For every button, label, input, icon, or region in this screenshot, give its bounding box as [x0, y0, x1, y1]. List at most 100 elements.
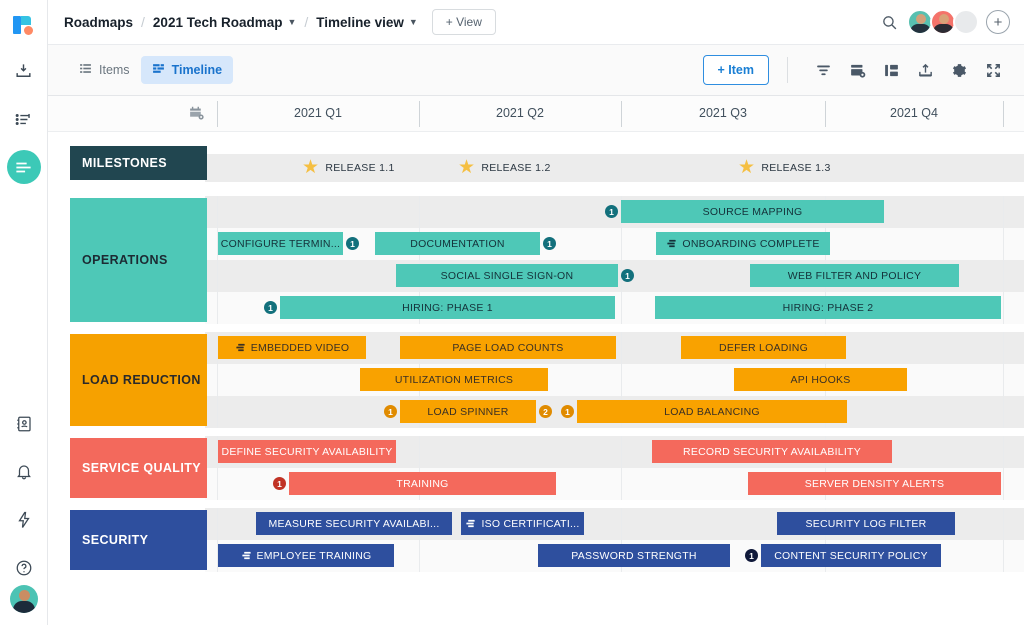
dependency-badge[interactable]: 1	[273, 477, 286, 490]
lane-title: LOAD REDUCTION	[82, 373, 201, 387]
dependency-badge[interactable]: 1	[745, 549, 758, 562]
timeline-bar[interactable]: SOCIAL SINGLE SIGN-ON	[396, 264, 618, 287]
chevron-down-icon-view[interactable]: ▼	[409, 17, 418, 27]
timeline-bar[interactable]: DEFINE SECURITY AVAILABILITY	[218, 440, 396, 463]
timeline-bar[interactable]: SOURCE MAPPING	[621, 200, 884, 223]
timeline-bar[interactable]: TRAINING	[289, 472, 556, 495]
quarter-divider	[217, 101, 218, 127]
bar-label: LOAD SPINNER	[427, 405, 509, 418]
quarter-divider	[825, 101, 826, 127]
fullscreen-icon[interactable]	[976, 53, 1010, 87]
grid-line	[1003, 292, 1004, 324]
timeline-bar[interactable]: ONBOARDING COMPLETE	[656, 232, 830, 255]
contacts-icon[interactable]	[7, 407, 41, 441]
bar-label: SERVER DENSITY ALERTS	[804, 477, 945, 490]
add-item-button[interactable]: + Item	[702, 55, 769, 85]
timeline-bar[interactable]: CONFIGURE TERMIN...	[218, 232, 343, 255]
dependency-badge[interactable]: 1	[264, 301, 277, 314]
timeline-bar[interactable]: WEB FILTER AND POLICY	[750, 264, 959, 287]
lane-label-security[interactable]: SECURITY	[70, 510, 207, 570]
breadcrumb-separator: /	[141, 14, 145, 30]
grid-line	[1003, 396, 1004, 428]
help-icon[interactable]	[7, 551, 41, 585]
dependency-badge[interactable]: 1	[621, 269, 634, 282]
lane-label-milestones[interactable]: MILESTONES	[70, 146, 207, 180]
lane-title: MILESTONES	[82, 156, 168, 170]
add-view-button[interactable]: + View	[431, 9, 496, 35]
tab-items-label: Items	[99, 63, 130, 77]
timeline-bar[interactable]: CONTENT SECURITY POLICY	[761, 544, 941, 567]
timeline-bar[interactable]: PAGE LOAD COUNTS	[400, 336, 616, 359]
timeline-bar[interactable]: EMBEDDED VIDEO	[218, 336, 366, 359]
lane-label-operations[interactable]: OPERATIONS	[70, 198, 207, 322]
import-icon[interactable]	[7, 54, 41, 88]
legend-panel-icon[interactable]	[874, 53, 908, 87]
tab-timeline[interactable]: Timeline	[140, 56, 234, 84]
chevron-down-icon-roadmap[interactable]: ▼	[287, 17, 296, 27]
dependency-badge[interactable]: 1	[543, 237, 556, 250]
user-avatar[interactable]	[9, 585, 38, 613]
gear-icon[interactable]	[942, 53, 976, 87]
search-icon[interactable]	[881, 14, 898, 31]
bar-label: SECURITY LOG FILTER	[805, 517, 927, 530]
lane-label-service-quality[interactable]: SERVICE QUALITY	[70, 438, 207, 498]
timeline-bar[interactable]: RECORD SECURITY AVAILABILITY	[652, 440, 892, 463]
bar-label: DOCUMENTATION	[410, 237, 505, 250]
grid-line	[1003, 332, 1004, 364]
timeline-bar[interactable]: HIRING: PHASE 1	[280, 296, 615, 319]
quarter-divider	[1003, 101, 1004, 127]
dependency-badge[interactable]: 2	[539, 405, 552, 418]
quarter-label: 2021 Q1	[294, 106, 342, 120]
roadmap-app: Roadmaps / 2021 Tech Roadmap ▼ / Timelin…	[0, 0, 1024, 625]
bar-label: UTILIZATION METRICS	[394, 373, 514, 386]
timeline-bar[interactable]: API HOOKS	[734, 368, 907, 391]
sidebar-item-roadmaps[interactable]	[6, 150, 41, 184]
grid-line	[217, 196, 218, 228]
timeline-bar[interactable]: DEFER LOADING	[681, 336, 846, 359]
quarter-label: 2021 Q2	[496, 106, 544, 120]
grid-line	[621, 436, 622, 468]
milestone-item[interactable]: ★ RELEASE 1.1	[302, 158, 395, 177]
timeline-bar[interactable]: HIRING: PHASE 2	[655, 296, 1001, 319]
app-logo-icon[interactable]	[11, 14, 37, 40]
timeline-bar[interactable]: EMPLOYEE TRAINING	[218, 544, 394, 567]
add-member-button[interactable]: +	[986, 10, 1010, 34]
dependency-badge[interactable]: 1	[384, 405, 397, 418]
toolbar-divider	[787, 57, 788, 83]
breadcrumb-view-name[interactable]: Timeline view	[316, 15, 404, 30]
filter-icon[interactable]	[806, 53, 840, 87]
breadcrumb-roadmaps[interactable]: Roadmaps	[64, 15, 133, 30]
breadcrumb-roadmap-name[interactable]: 2021 Tech Roadmap	[153, 15, 283, 30]
bolt-icon[interactable]	[7, 503, 41, 537]
milestone-item[interactable]: ★ RELEASE 1.3	[738, 158, 831, 177]
tab-items[interactable]: Items	[68, 56, 141, 84]
timeline-bar[interactable]: DOCUMENTATION	[375, 232, 540, 255]
list-items-icon[interactable]	[7, 102, 41, 136]
grid-line	[621, 468, 622, 500]
bar-label: WEB FILTER AND POLICY	[787, 269, 922, 282]
timeline-icon	[152, 62, 165, 78]
timeline-bar[interactable]: UTILIZATION METRICS	[360, 368, 548, 391]
milestone-item[interactable]: ★ RELEASE 1.2	[458, 158, 551, 177]
timeline-bar[interactable]: SECURITY LOG FILTER	[777, 512, 955, 535]
timeline-bar[interactable]: LOAD BALANCING	[577, 400, 847, 423]
timeline-bar[interactable]: ISO CERTIFICATI...	[461, 512, 584, 535]
lane-label-load-reduction[interactable]: LOAD REDUCTION	[70, 334, 207, 426]
grid-line	[621, 332, 622, 364]
calendar-settings-icon[interactable]	[188, 105, 205, 127]
timeline-bar[interactable]: MEASURE SECURITY AVAILABI...	[256, 512, 452, 535]
bar-label: EMPLOYEE TRAINING	[256, 549, 372, 562]
dependency-badge[interactable]: 1	[346, 237, 359, 250]
card-settings-icon[interactable]	[840, 53, 874, 87]
timeline-bar[interactable]: SERVER DENSITY ALERTS	[748, 472, 1001, 495]
avatar-user-3[interactable]	[953, 9, 979, 35]
export-upload-icon[interactable]	[908, 53, 942, 87]
bar-label: CONTENT SECURITY POLICY	[774, 549, 928, 562]
timeline-bar[interactable]: PASSWORD STRENGTH	[538, 544, 730, 567]
dependency-badge[interactable]: 1	[605, 205, 618, 218]
bar-label: HIRING: PHASE 2	[782, 301, 874, 314]
timeline-bar[interactable]: LOAD SPINNER	[400, 400, 536, 423]
dependency-badge[interactable]: 1	[561, 405, 574, 418]
grid-line	[217, 396, 218, 428]
bell-icon[interactable]	[7, 455, 41, 489]
